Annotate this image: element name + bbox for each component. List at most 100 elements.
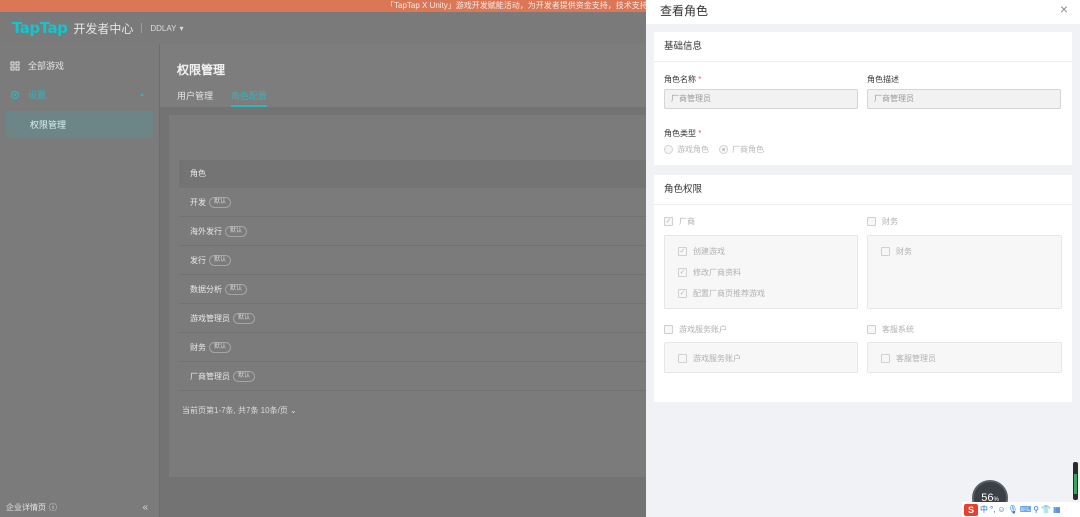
role-type-label: 角色类型 * (664, 128, 701, 139)
checkbox-checked-icon: ✓ (678, 289, 687, 298)
perm-group-game-service-account[interactable]: 游戏服务账户 (664, 324, 727, 335)
role-name: 开发 (190, 197, 206, 207)
checkbox-label: 创建游戏 (693, 247, 725, 256)
pagination[interactable]: 当前页第1-7条, 共7条 10条/页 ⌄ (182, 405, 297, 416)
perm-children-box: 客服管理员 (867, 342, 1062, 373)
label-text: 角色类型 (664, 129, 696, 138)
close-icon[interactable]: × (1060, 1, 1068, 17)
divider (141, 23, 143, 33)
table-row[interactable]: 财务 默认 (179, 333, 659, 362)
role-name: 财务 (190, 342, 206, 352)
role-name-label: 角色名称 * (664, 74, 701, 85)
chevron-up-icon: ▲ (139, 91, 145, 98)
default-badge: 默认 (209, 341, 232, 353)
ime-mode-label[interactable]: 中 (980, 504, 988, 515)
table-row[interactable]: 开发 默认 (179, 188, 659, 217)
checkbox-icon (867, 217, 876, 226)
radio-vendor-role[interactable] (719, 145, 728, 154)
chevron-down-icon: ▾ (179, 23, 184, 33)
checkbox-label: 财务 (896, 247, 912, 256)
required-mark: * (698, 129, 702, 138)
role-name: 厂商管理员 (190, 371, 230, 381)
section-title: 基础信息 (654, 32, 1072, 62)
checkbox-label: 游戏服务账户 (693, 354, 741, 363)
perm-create-game[interactable]: ✓ 创建游戏 (678, 246, 725, 257)
label-text: 角色名称 (664, 75, 696, 84)
tab-user-management[interactable]: 用户管理 (177, 89, 213, 107)
settings-icon (10, 90, 20, 99)
skin-icon[interactable]: 👕 (1041, 505, 1051, 514)
company-details-link[interactable]: 企业详情页 (6, 502, 46, 513)
table-row[interactable]: 发行 默认 (179, 246, 659, 275)
default-badge: 默认 (209, 254, 232, 266)
checkbox-icon (678, 354, 687, 363)
drawer-title: 查看角色 (660, 4, 709, 18)
checkbox-checked-icon: ✓ (664, 217, 673, 226)
punctuation-icon[interactable]: °, (990, 505, 995, 514)
role-desc-field[interactable]: 厂商管理员 (867, 89, 1061, 109)
checkbox-icon (881, 247, 890, 256)
role-name: 海外发行 (190, 226, 222, 236)
checkbox-label: 客服系统 (882, 325, 914, 334)
checkbox-label: 厂商 (679, 217, 695, 226)
perm-children-box: ✓ 创建游戏 ✓ 修改厂商资料 ✓ 配置厂商页推荐游戏 (664, 235, 858, 309)
required-mark: * (698, 75, 702, 84)
user-icon[interactable]: ⚲ (1033, 505, 1039, 514)
role-name-field[interactable]: 厂商管理员 (664, 89, 858, 109)
role-desc-label: 角色描述 (867, 75, 899, 84)
keyboard-icon[interactable]: ⌨ (1020, 505, 1032, 514)
microphone-icon[interactable]: 🎙 (1008, 505, 1018, 514)
view-role-drawer: 查看角色 × 基础信息 角色名称 * 厂商管理员 角色描述 厂商管理员 角色类型… (646, 0, 1080, 517)
emoji-icon[interactable]: ☺ (997, 505, 1005, 514)
perm-finance[interactable]: 财务 (881, 246, 912, 257)
radio-label: 游戏角色 (677, 145, 709, 154)
checkbox-icon (881, 354, 890, 363)
perm-group-finance[interactable]: 财务 (867, 216, 898, 227)
default-badge: 默认 (233, 312, 256, 324)
perm-edit-vendor-info[interactable]: ✓ 修改厂商资料 (678, 267, 741, 278)
taptap-logo[interactable]: TapTap (12, 19, 68, 37)
menu-grid-icon[interactable]: ▦ (1053, 505, 1061, 514)
perm-game-service-account[interactable]: 游戏服务账户 (678, 353, 741, 364)
developer-center-title: 开发者中心 (73, 21, 134, 36)
role-permissions-section: 角色权限 ✓ 厂商 ✓ 创建游戏 ✓ 修改厂商资料 ✓ 配置厂商页推荐游戏 财务 (654, 175, 1072, 402)
table-row[interactable]: 游戏管理员 默认 (179, 304, 659, 333)
sidebar-item-label: 设置 (28, 90, 47, 100)
role-name: 发行 (190, 255, 206, 265)
default-badge: 默认 (225, 225, 248, 237)
perm-children-box: 游戏服务账户 (664, 342, 858, 373)
checkbox-icon (664, 325, 673, 334)
checkbox-label: 财务 (882, 217, 898, 226)
table-row[interactable]: 海外发行 默认 (179, 217, 659, 246)
section-title: 角色权限 (654, 175, 1072, 205)
tab-role-config[interactable]: 角色配置 (231, 89, 268, 107)
sidebar-item-permission-management[interactable]: 权限管理 (6, 111, 153, 138)
organization-switcher[interactable]: DDLAY ▾ (150, 24, 183, 33)
perm-config-vendor-recommend[interactable]: ✓ 配置厂商页推荐游戏 (678, 288, 765, 299)
perm-group-vendor[interactable]: ✓ 厂商 (664, 216, 695, 227)
table-row[interactable]: 厂商管理员 默认 (179, 362, 659, 391)
collapse-sidebar-icon[interactable]: « (142, 502, 148, 513)
page-title: 权限管理 (177, 63, 226, 77)
ime-toolbar: S 中 °, ☺ 🎙 ⌨ ⚲ 👕 ▦ (962, 502, 1080, 517)
radio-label: 厂商角色 (732, 145, 764, 154)
sidebar-item-settings[interactable]: 设置 ▲ (0, 80, 159, 109)
grid-icon (10, 61, 20, 70)
tab-bar: 用户管理 角色配置 (177, 89, 268, 107)
drawer-header: 查看角色 × (646, 0, 1080, 24)
sidebar-item-all-games[interactable]: 全部游戏 (0, 51, 159, 80)
table-row[interactable]: 数据分析 默认 (179, 275, 659, 304)
checkbox-checked-icon: ✓ (678, 268, 687, 277)
perm-customer-service-admin[interactable]: 客服管理员 (881, 353, 936, 364)
scroll-indicator (1073, 462, 1078, 500)
basic-info-section: 基础信息 角色名称 * 厂商管理员 角色描述 厂商管理员 角色类型 * 游戏角色… (654, 32, 1072, 165)
info-icon: ⓘ (49, 502, 57, 512)
announcement-text[interactable]: 「TapTap X Unity」游戏开发赋能活动，为开发者提供资金支持，技术支持… (386, 0, 654, 12)
checkbox-label: 客服管理员 (896, 354, 936, 363)
sogou-ime-icon[interactable]: S (964, 503, 978, 516)
role-type-radio-group: 游戏角色 厂商角色 (664, 144, 764, 155)
organization-name: DDLAY (150, 23, 177, 33)
table-header-role: 角色 (179, 160, 659, 188)
radio-game-role[interactable] (664, 145, 673, 154)
perm-group-customer-service[interactable]: 客服系统 (867, 324, 914, 335)
